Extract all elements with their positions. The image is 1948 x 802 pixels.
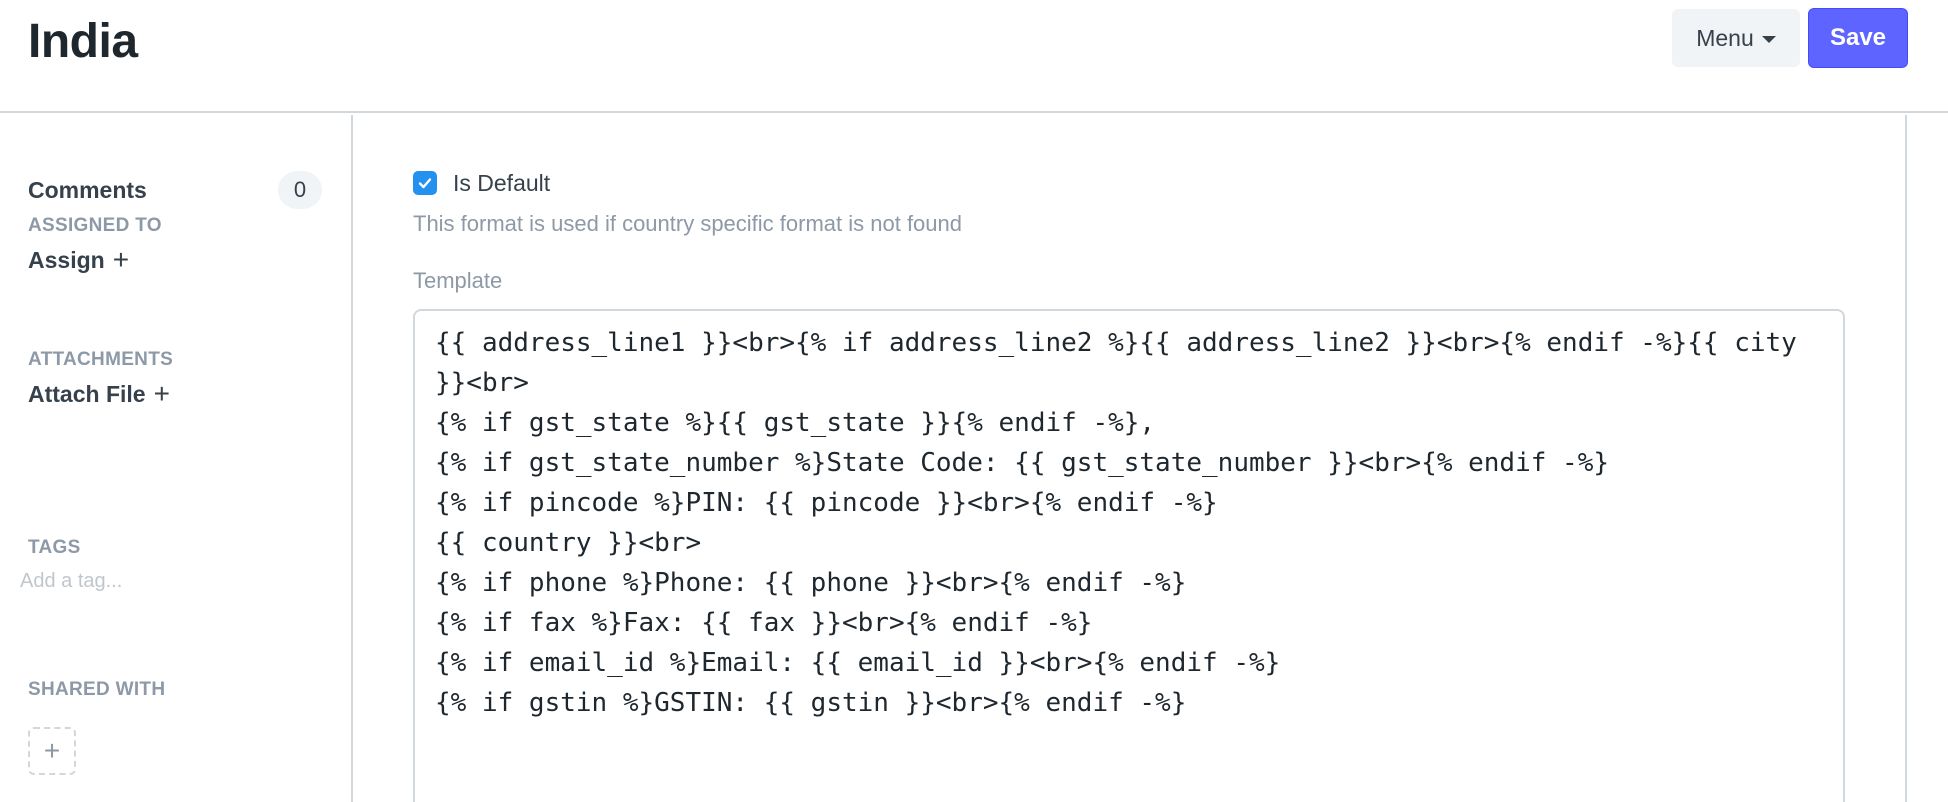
page: India Menu Save Comments 0 ASSIGNED TO A… xyxy=(0,0,1948,802)
plus-icon: + xyxy=(153,378,170,409)
plus-icon: + xyxy=(112,244,130,275)
attachments-heading: ATTACHMENTS xyxy=(28,349,174,370)
menu-button[interactable]: Menu xyxy=(1672,9,1800,67)
is-default-help-text: This format is used if country specific … xyxy=(413,211,963,236)
add-tag-input[interactable]: Add a tag... xyxy=(20,570,122,593)
comments-label: Comments xyxy=(28,177,147,203)
page-title: India xyxy=(28,15,138,68)
form-sidebar: Comments 0 ASSIGNED TO Assign + ATTACHME… xyxy=(0,115,353,802)
assign-button[interactable]: Assign + xyxy=(28,246,129,274)
tags-heading: TAGS xyxy=(28,537,81,558)
is-default-checkbox[interactable] xyxy=(413,171,437,195)
save-button[interactable]: Save xyxy=(1808,8,1908,68)
add-share-button[interactable]: + xyxy=(28,727,76,775)
attach-file-button[interactable]: Attach File + xyxy=(28,380,170,408)
page-header: India Menu Save xyxy=(0,0,1948,113)
comments-count-badge: 0 xyxy=(278,171,322,209)
template-editor[interactable]: {{ address_line1 }}<br>{% if address_lin… xyxy=(413,309,1845,802)
is-default-label: Is Default xyxy=(453,170,551,196)
check-icon xyxy=(418,178,432,189)
template-label: Template xyxy=(413,268,503,293)
chevron-down-icon xyxy=(1761,36,1776,43)
menu-button-label: Menu xyxy=(1696,24,1754,51)
assigned-to-heading: ASSIGNED TO xyxy=(28,215,162,236)
form-main: Is Default This format is used if countr… xyxy=(355,115,1907,802)
attach-file-label: Attach File xyxy=(28,380,146,407)
assign-label: Assign xyxy=(28,246,105,273)
shared-with-heading: SHARED WITH xyxy=(28,679,166,700)
plus-icon: + xyxy=(43,735,61,766)
